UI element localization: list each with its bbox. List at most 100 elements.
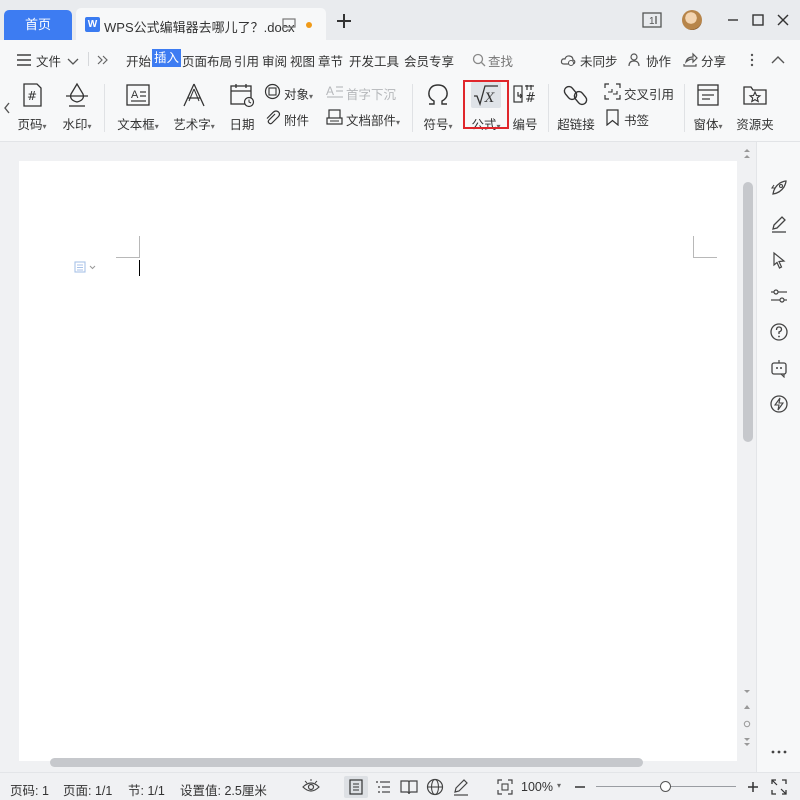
date-button[interactable]: 日期 — [228, 82, 256, 133]
tab-insert[interactable]: 插入 — [152, 49, 182, 67]
unsaved-dot — [306, 22, 312, 28]
wordart-label: 艺术字 — [173, 118, 211, 132]
zoom-slider-thumb[interactable] — [660, 781, 671, 792]
prev-page-icon[interactable] — [743, 704, 751, 712]
dropcap-button[interactable]: A 首字下沉 — [326, 82, 398, 102]
bookmark-button[interactable]: 书签 — [604, 108, 654, 128]
page-number-status[interactable]: 页码: 1 — [10, 780, 49, 799]
text-cursor — [139, 260, 140, 276]
share-icon[interactable] — [682, 52, 698, 68]
setting-value-status[interactable]: 设置值: 2.5厘米 — [180, 780, 267, 799]
title-bar: 首页 W WPS公式编辑器去哪儿了？.docx 1 — [0, 0, 800, 40]
page-number-button[interactable]: # 页码▾ — [14, 82, 50, 133]
select-browse-object-icon[interactable] — [743, 720, 751, 728]
adjust-sliders-icon[interactable] — [769, 286, 789, 306]
paragraph-handle-icon[interactable] — [74, 261, 100, 273]
home-tab[interactable]: 首页 — [4, 10, 72, 40]
pen-edit-icon[interactable] — [769, 214, 789, 234]
search-label[interactable]: 查找 — [488, 51, 513, 70]
tab-view[interactable]: 视图 — [290, 51, 315, 70]
minimize-icon[interactable] — [724, 11, 742, 29]
outline-view-icon[interactable] — [374, 778, 392, 796]
lightning-icon[interactable] — [769, 394, 789, 414]
numbering-button[interactable]: # 编号 — [511, 82, 539, 133]
user-avatar[interactable] — [682, 10, 702, 30]
object-button[interactable]: 对象▾ — [264, 82, 322, 102]
fit-page-icon[interactable] — [496, 778, 514, 796]
symbol-button[interactable]: 符号▾ — [420, 82, 456, 133]
tab-references[interactable]: 引用 — [234, 51, 259, 70]
sync-status[interactable]: 未同步 — [580, 51, 618, 70]
maximize-icon[interactable] — [749, 11, 767, 29]
scroll-up-arrow-icon[interactable] — [743, 148, 751, 160]
reading-view-icon[interactable] — [400, 778, 418, 796]
wordart-button[interactable]: 艺术字▾ — [170, 82, 218, 133]
hyperlink-button[interactable]: 超链接 — [556, 82, 596, 133]
new-tab-plus-icon[interactable] — [334, 11, 354, 31]
link-icon — [563, 85, 588, 106]
rocket-icon[interactable] — [769, 178, 789, 198]
cross-reference-button[interactable]: 交叉引用 — [604, 82, 680, 102]
zoom-dropdown-caret[interactable]: ▾ — [557, 781, 561, 790]
eye-protection-icon[interactable] — [302, 778, 320, 796]
write-mode-icon[interactable] — [452, 778, 470, 796]
help-icon[interactable] — [769, 322, 789, 342]
select-cursor-icon[interactable] — [769, 250, 789, 270]
tab-page-layout[interactable]: 页面布局 — [182, 51, 232, 70]
share-button[interactable]: 分享 — [701, 51, 726, 70]
fullscreen-icon[interactable] — [770, 778, 788, 796]
doc-parts-icon — [326, 109, 343, 125]
document-area[interactable] — [0, 142, 756, 772]
search-icon[interactable] — [471, 52, 487, 68]
close-icon[interactable] — [774, 11, 792, 29]
resource-folder-button[interactable]: 资源夹 — [734, 82, 776, 133]
page-count-status[interactable]: 页面: 1/1 — [63, 780, 112, 799]
document-tab[interactable]: W WPS公式编辑器去哪儿了？.docx — [76, 8, 326, 40]
page-number-icon: # — [23, 83, 42, 107]
hamburger-menu-icon[interactable] — [16, 52, 32, 68]
watermark-button[interactable]: 水印▾ — [58, 82, 96, 133]
attachment-button[interactable]: 附件 — [264, 108, 314, 128]
chevron-down-icon[interactable] — [65, 53, 81, 69]
bookmark-label: 书签 — [624, 114, 650, 128]
numbering-icon: # — [513, 85, 536, 106]
more-horizontal-icon[interactable] — [769, 742, 789, 762]
collaborate-icon[interactable] — [627, 52, 643, 68]
file-menu[interactable]: 文件 — [36, 51, 61, 70]
next-page-icon[interactable] — [743, 736, 751, 748]
right-sidebar — [756, 142, 800, 772]
zoom-in-icon[interactable] — [744, 778, 762, 796]
date-label: 日期 — [229, 118, 255, 132]
margin-corner-top-right — [693, 236, 717, 258]
zoom-level[interactable]: 100% — [521, 780, 553, 794]
tab-member[interactable]: 会员专享 — [404, 51, 454, 70]
screen-icon[interactable] — [282, 18, 296, 31]
more-vertical-icon[interactable] — [744, 52, 760, 68]
status-bar: 页码: 1 页面: 1/1 节: 1/1 设置值: 2.5厘米 100% ▾ — [0, 772, 800, 800]
cloud-sync-icon[interactable] — [560, 52, 576, 68]
scroll-down-arrow-icon[interactable] — [743, 686, 751, 698]
collapse-ribbon-icon[interactable] — [770, 52, 786, 68]
dropcap-label: 首字下沉 — [346, 88, 397, 102]
page-count-icon[interactable]: 1 — [642, 11, 662, 29]
assistant-robot-icon[interactable] — [769, 358, 789, 378]
doc-parts-button[interactable]: 文档部件▾ — [326, 108, 406, 128]
tab-start[interactable]: 开始 — [126, 51, 151, 70]
collaborate-button[interactable]: 协作 — [646, 51, 671, 70]
vertical-scroll-thumb[interactable] — [743, 182, 753, 442]
web-view-icon[interactable] — [426, 778, 444, 796]
svg-text:1: 1 — [649, 16, 655, 27]
tab-developer[interactable]: 开发工具 — [349, 51, 399, 70]
horizontal-scroll-thumb[interactable] — [50, 758, 643, 767]
double-chevron-right-icon[interactable] — [95, 52, 111, 68]
menu-divider — [88, 52, 89, 66]
page-view-icon[interactable] — [347, 778, 365, 796]
tab-review[interactable]: 审阅 — [262, 51, 287, 70]
textbox-button[interactable]: A 文本框▾ — [114, 82, 162, 133]
tab-chapter[interactable]: 章节 — [318, 51, 343, 70]
zoom-out-icon[interactable] — [571, 778, 589, 796]
document-page[interactable] — [19, 161, 737, 761]
section-status[interactable]: 节: 1/1 — [128, 780, 165, 799]
scroll-left-icon[interactable] — [3, 102, 11, 114]
window-form-button[interactable]: 窗体▾ — [690, 82, 726, 133]
